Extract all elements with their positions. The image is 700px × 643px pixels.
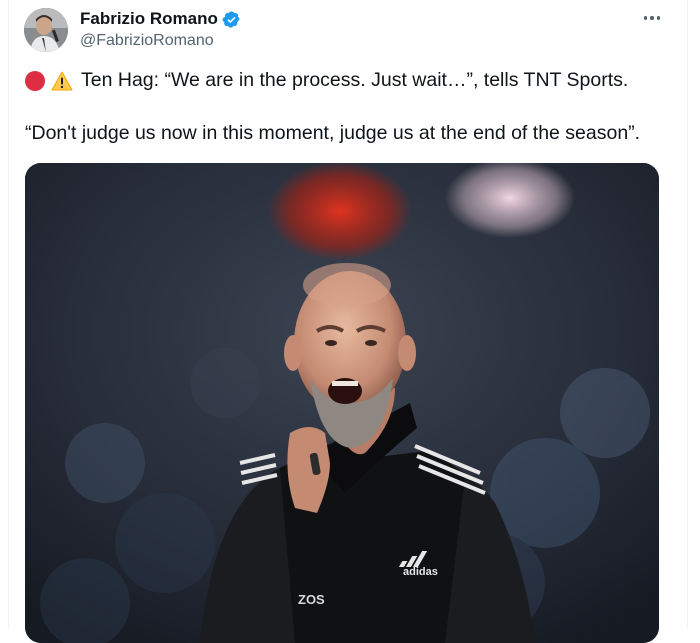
tweet-text-1: Ten Hag: “We are in the process. Just wa… bbox=[81, 69, 629, 91]
jacket-brand-text: adidas bbox=[403, 566, 438, 578]
warning-icon bbox=[51, 71, 73, 91]
author-handle[interactable]: @FabrizioRomano bbox=[80, 32, 214, 50]
tweet-text-line-2: “Don't judge us now in this moment, judg… bbox=[25, 122, 641, 144]
tweet-text-line-1: Ten Hag: “We are in the process. Just wa… bbox=[25, 69, 628, 92]
author-name-row: Fabrizio Romano bbox=[80, 9, 241, 29]
author-avatar[interactable] bbox=[24, 8, 68, 52]
verified-badge-icon bbox=[222, 10, 241, 29]
red-circle-icon bbox=[25, 70, 45, 91]
avatar-image bbox=[24, 8, 68, 52]
tweet-media-image[interactable]: adidas ZOS bbox=[25, 163, 659, 643]
more-options-icon[interactable] bbox=[640, 10, 664, 26]
coach-photo: adidas ZOS bbox=[25, 163, 659, 643]
jacket-text: ZOS bbox=[298, 592, 325, 607]
author-name[interactable]: Fabrizio Romano bbox=[80, 9, 218, 29]
